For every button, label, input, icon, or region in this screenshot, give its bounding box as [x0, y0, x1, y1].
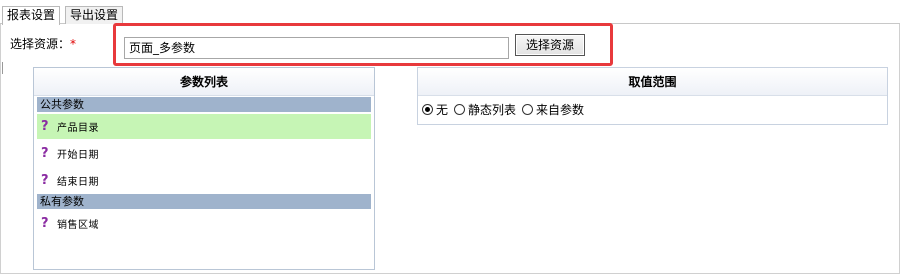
list-item[interactable]: ? 结束日期 — [37, 168, 371, 193]
radio-label: 静态列表 — [468, 103, 517, 117]
radio-label: 来自参数 — [536, 103, 585, 117]
list-item-label: 开始日期 — [57, 150, 99, 161]
tab-bar: 报表设置 导出设置 — [0, 0, 900, 25]
select-resource-button[interactable]: 选择资源 — [515, 34, 585, 56]
resource-input[interactable]: 页面_多参数 — [124, 37, 509, 59]
question-icon: ? — [41, 119, 49, 134]
list-item-label: 结束日期 — [57, 177, 99, 188]
required-star: * — [70, 37, 77, 51]
radio-static-list[interactable]: 静态列表 — [454, 101, 516, 118]
group-header-private: 私有参数 — [37, 194, 371, 209]
question-icon: ? — [41, 146, 49, 161]
question-icon: ? — [41, 173, 49, 188]
question-icon: ? — [41, 216, 49, 231]
group-header-public: 公共参数 — [37, 97, 371, 112]
parameter-list: 参数列表 公共参数 ? 产品目录 ? 开始日期 ? 结束日期 私有参数 ? 销售… — [33, 67, 375, 270]
resource-label: 选择资源：* — [10, 37, 76, 51]
radio-unchecked-icon[interactable] — [522, 104, 534, 115]
resource-label-text: 选择资源： — [10, 37, 71, 51]
list-item[interactable]: ? 销售区域 — [37, 211, 371, 236]
radio-checked-icon[interactable] — [422, 104, 433, 115]
tab-export-settings[interactable]: 导出设置 — [65, 6, 124, 24]
radio-unchecked-icon[interactable] — [454, 104, 466, 115]
value-range-header: 取值范围 — [418, 68, 887, 96]
radio-none[interactable]: 无 — [422, 101, 448, 118]
list-item-label: 产品目录 — [57, 123, 99, 134]
value-range-options: 无 静态列表 来自参数 — [418, 96, 887, 123]
list-item[interactable]: ? 产品目录 — [37, 114, 371, 139]
list-item-label: 销售区域 — [57, 220, 99, 231]
value-range-panel: 取值范围 无 静态列表 来自参数 — [417, 67, 888, 125]
tab-report-settings[interactable]: 报表设置 — [2, 6, 61, 25]
parameter-list-header: 参数列表 — [34, 68, 374, 96]
radio-label: 无 — [436, 103, 449, 117]
radio-from-parameter[interactable]: 来自参数 — [522, 101, 584, 118]
divider — [2, 62, 3, 74]
list-item[interactable]: ? 开始日期 — [37, 141, 371, 166]
